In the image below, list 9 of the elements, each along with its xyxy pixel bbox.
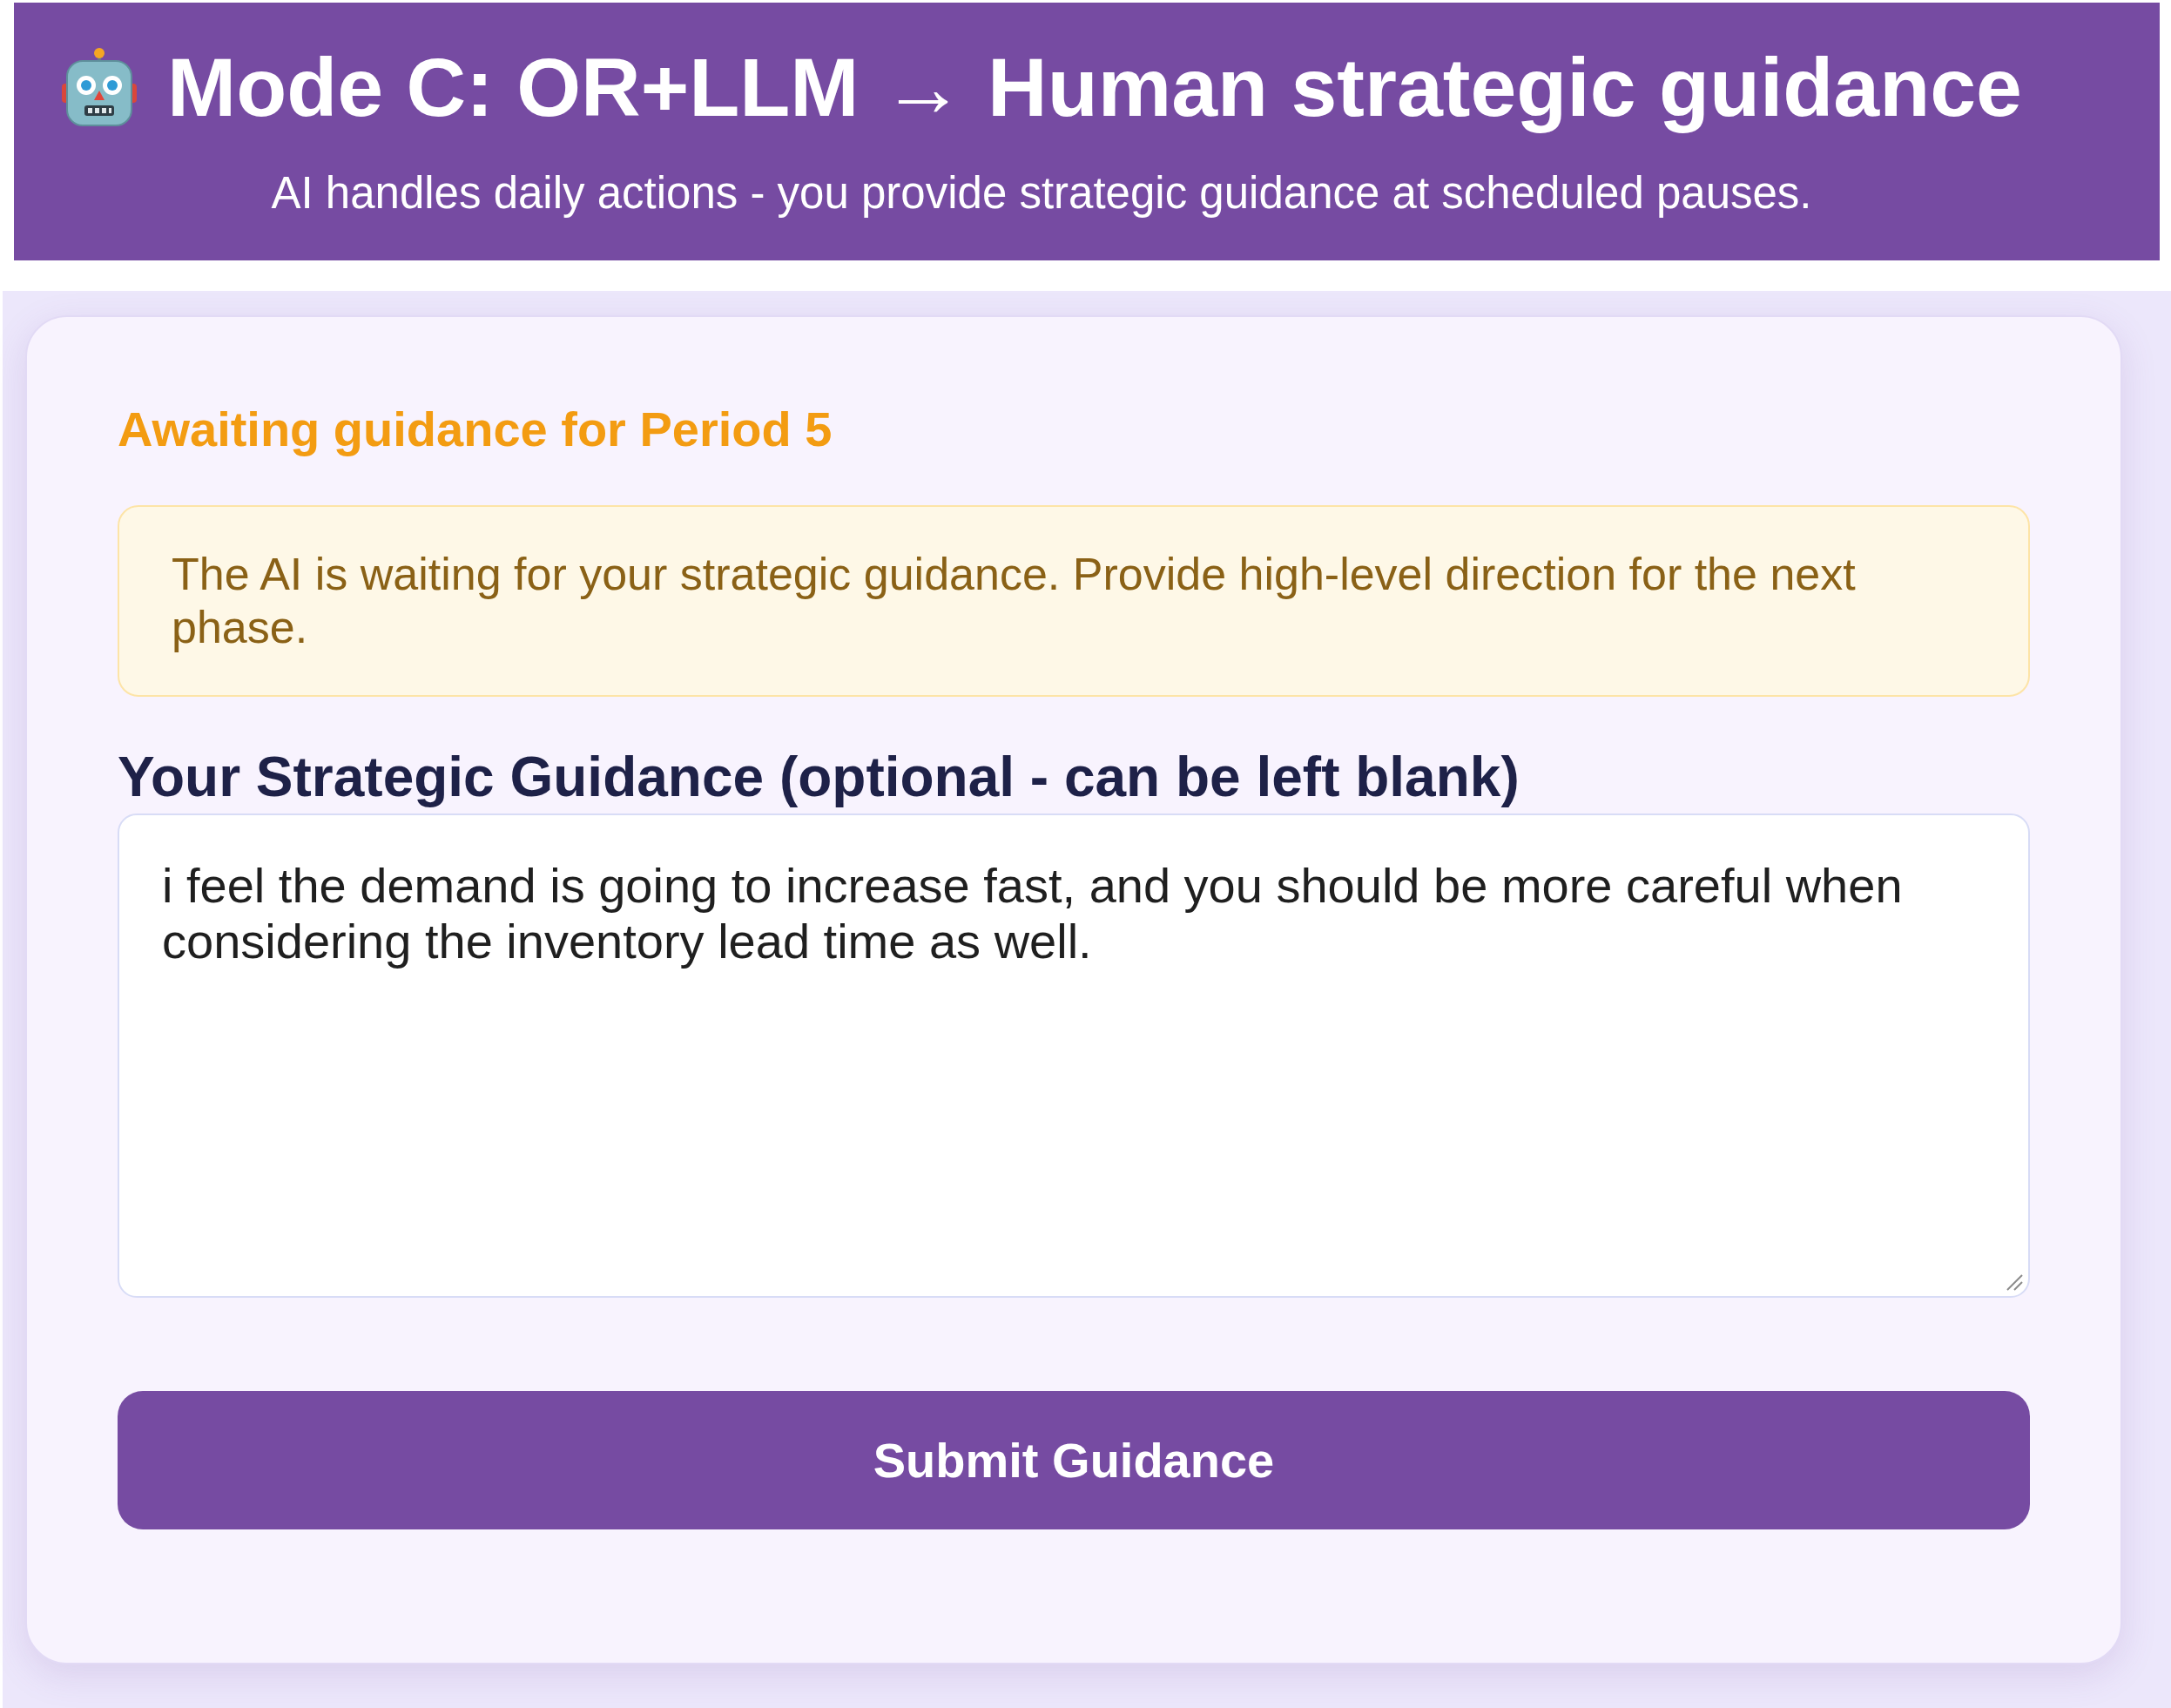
page-subtitle: AI handles daily actions - you provide strategic guidance at scheduled pauses. (271, 167, 1812, 219)
info-notice: The AI is waiting for your strategic guidance. Provide high-level direction for the next phase. (118, 505, 2030, 697)
robot-icon (61, 47, 138, 127)
submit-button[interactable]: Submit Guidance (118, 1391, 2030, 1529)
field-label: Your Strategic Guidance (optional - can be left blank) (118, 745, 1520, 810)
status-text: Awaiting guidance for Period 5 (118, 401, 833, 458)
guidance-text-area[interactable]: i feel the demand is going to increase fast, and you should be more careful when considering the inventory lead time as well. (118, 813, 2030, 1298)
resize-handle-icon[interactable] (2006, 1273, 2023, 1291)
page-title: Mode C: OR+LLM → Human strategic guidance (167, 40, 2022, 135)
